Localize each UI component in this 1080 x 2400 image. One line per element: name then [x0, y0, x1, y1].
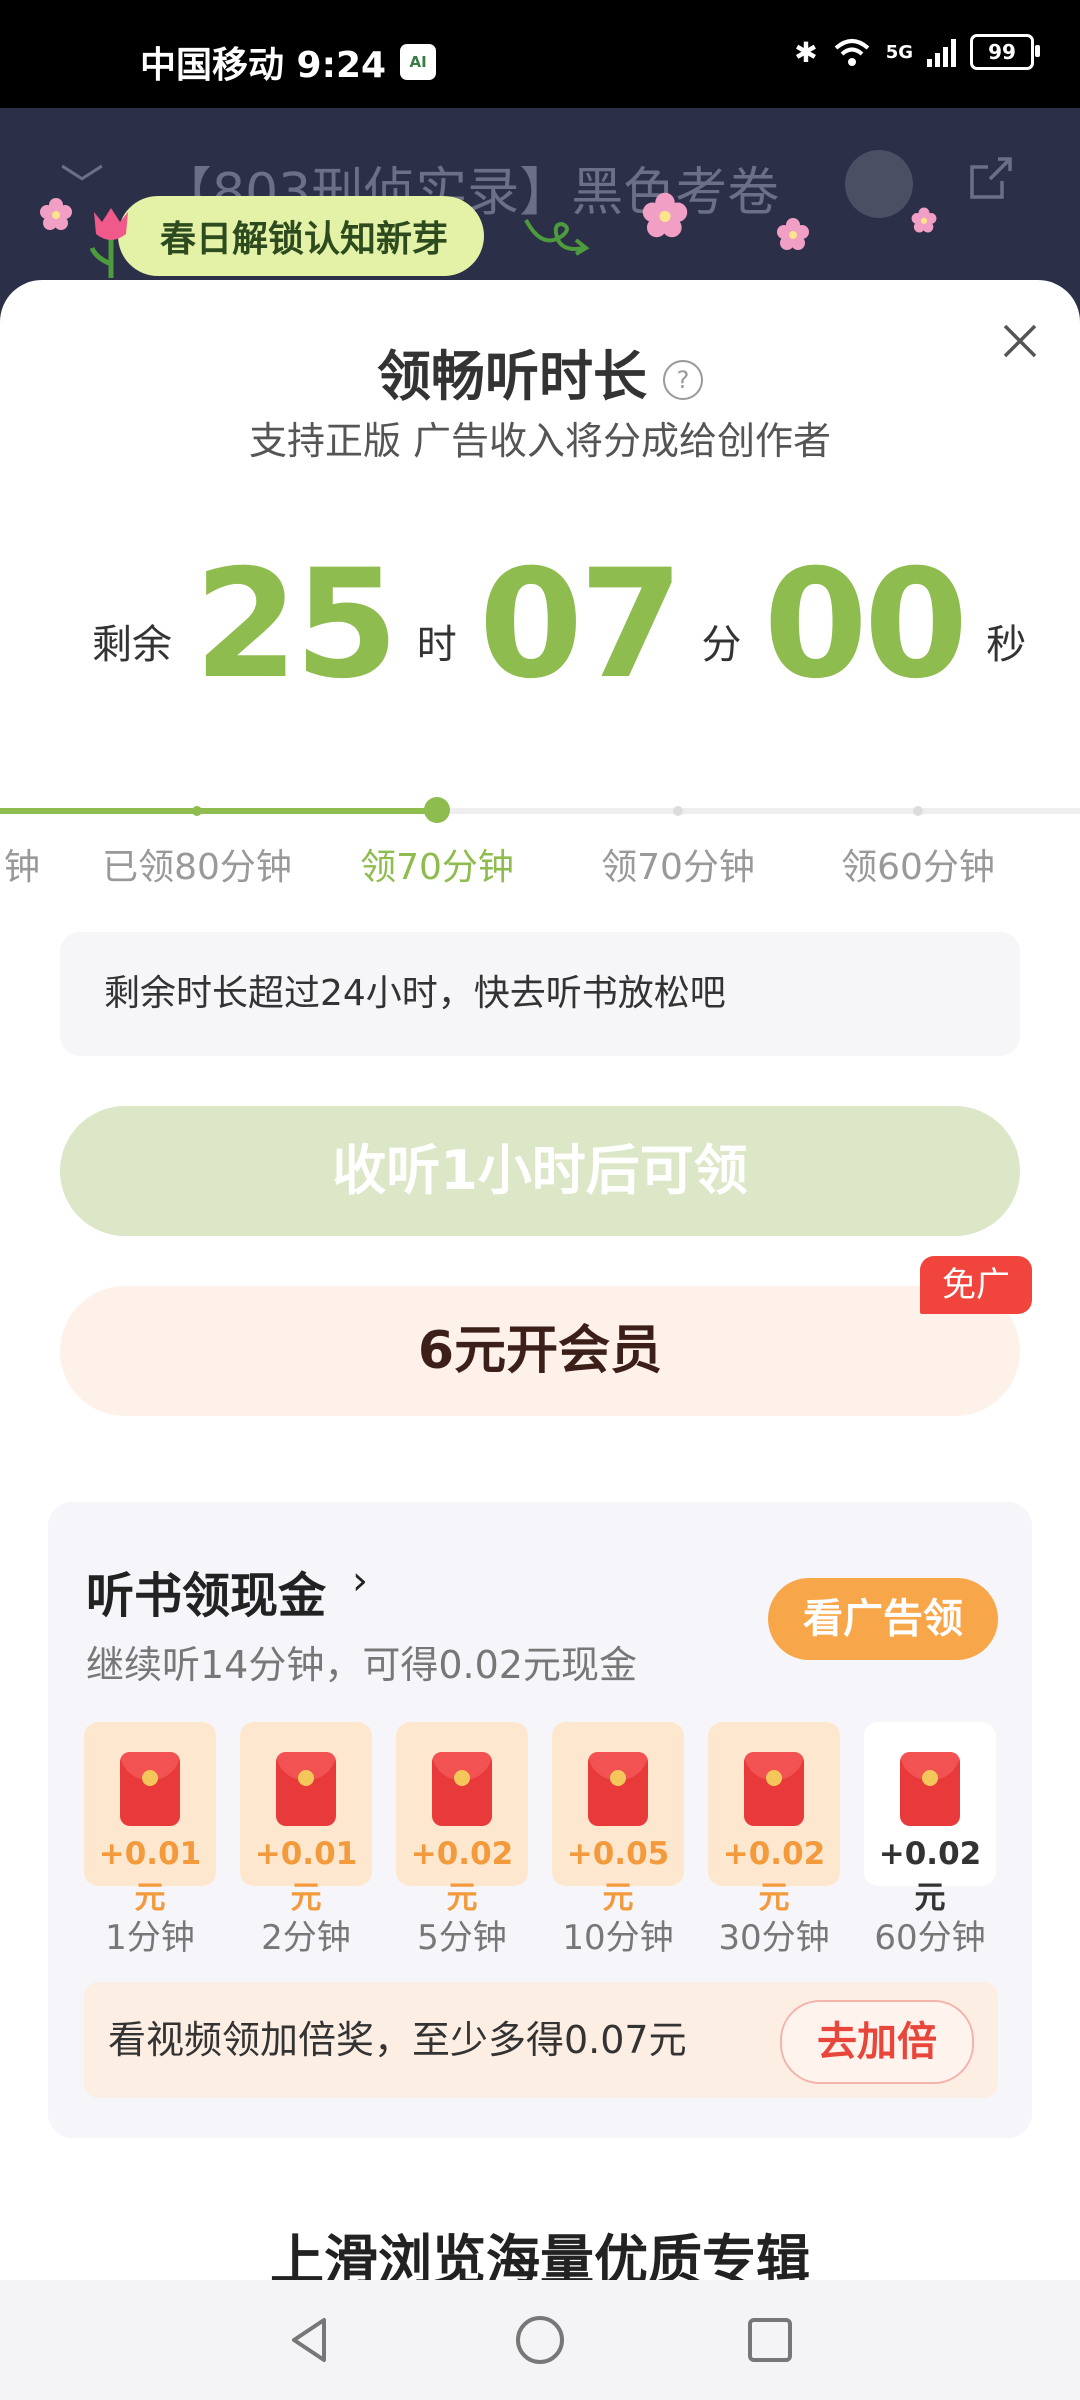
- step-label: 领70分钟: [601, 847, 755, 888]
- reward-time: 1分钟: [105, 1918, 195, 1958]
- timer-hours: 25: [194, 538, 399, 712]
- reward-item[interactable]: +0.02元: [864, 1722, 996, 1916]
- status-left: 中国移动 9:24 AI: [140, 36, 437, 88]
- watch-ad-button[interactable]: 看广告领: [768, 1578, 998, 1660]
- red-envelope-icon: [432, 1752, 492, 1826]
- avatar[interactable]: [845, 150, 913, 218]
- battery-icon: 99: [970, 34, 1040, 70]
- reward-item[interactable]: +0.01元: [84, 1722, 216, 1916]
- reward-time: 60分钟: [874, 1918, 986, 1958]
- bluetooth-icon: ✱: [794, 35, 818, 69]
- share-icon[interactable]: [968, 155, 1014, 201]
- cash-title[interactable]: 听书领现金: [86, 1556, 326, 1626]
- step-label: 钟: [3, 847, 41, 888]
- sheet-subtitle: 支持正版 广告收入将分成给创作者: [248, 419, 832, 463]
- timer-minutes: 07: [478, 538, 684, 712]
- red-envelope-icon: [120, 1752, 180, 1826]
- reward-time: 5分钟: [417, 1918, 507, 1958]
- cash-subtitle: 继续听14分钟，可得0.02元现金: [86, 1643, 637, 1687]
- timer-hours-unit: 时: [416, 622, 457, 668]
- signal-icon: [927, 37, 956, 67]
- notice-box: 剩余时长超过24小时，快去听书放松吧: [60, 932, 1020, 1056]
- step-dot: [192, 806, 202, 816]
- step-dot: [673, 806, 683, 816]
- vip-button[interactable]: 6元开会员: [60, 1286, 1020, 1416]
- step-label-current: 领70分钟: [360, 847, 514, 888]
- step-label: 已领80分钟: [102, 847, 292, 888]
- reward-amount: +0.01元: [98, 1836, 202, 1916]
- flower-icon: [642, 192, 688, 238]
- timer-seconds-unit: 秒: [986, 622, 1027, 668]
- reward-amount: +0.05元: [566, 1836, 670, 1916]
- listen-claim-button[interactable]: 收听1小时后可领: [60, 1106, 1020, 1236]
- red-envelope-icon: [276, 1752, 336, 1826]
- progress-fill: [0, 808, 438, 814]
- double-reward-button[interactable]: 去加倍: [780, 2000, 974, 2084]
- timer-prefix: 剩余: [92, 622, 172, 668]
- spring-banner[interactable]: 春日解锁认知新芽: [118, 196, 485, 276]
- flower-icon: [911, 207, 937, 233]
- reward-time: 2分钟: [261, 1918, 351, 1958]
- step-dot: [913, 806, 923, 816]
- flower-icon: [777, 218, 809, 250]
- wifi-icon: [834, 39, 870, 66]
- recents-icon[interactable]: [740, 2310, 800, 2370]
- reward-amount: +0.01元: [254, 1836, 358, 1916]
- reward-item[interactable]: +0.02元: [396, 1722, 528, 1916]
- red-envelope-icon: [744, 1752, 804, 1826]
- step-label: 领60分钟: [841, 847, 995, 888]
- tulip-icon: [89, 208, 128, 278]
- system-nav-bar: [0, 2280, 1080, 2400]
- help-icon[interactable]: ?: [663, 360, 703, 401]
- remaining-timer: 剩余 25 时 07 分 00 秒: [92, 538, 1027, 712]
- network-type: 5G: [885, 41, 913, 63]
- flower-icon: [40, 198, 72, 230]
- reward-time: 10分钟: [562, 1918, 674, 1958]
- double-reward-bar: 看视频领加倍奖，至少多得0.07元 去加倍: [84, 1982, 998, 2098]
- ad-free-badge: 免广: [920, 1256, 1032, 1314]
- reward-item[interactable]: +0.02元: [708, 1722, 840, 1916]
- back-icon[interactable]: [280, 2310, 340, 2370]
- red-envelope-icon: [588, 1752, 648, 1826]
- sheet-title-text: 领畅听时长: [377, 345, 647, 408]
- status-right: ✱ 5G 99: [794, 34, 1040, 70]
- swirl-arrow-icon: [524, 219, 590, 256]
- timer-minutes-unit: 分: [701, 622, 742, 668]
- reward-amount: +0.02元: [722, 1836, 826, 1916]
- status-bar: 中国移动 9:24 AI ✱ 5G 99: [0, 0, 1080, 108]
- home-icon[interactable]: [510, 2310, 570, 2370]
- double-reward-text: 看视频领加倍奖，至少多得0.07元: [108, 2018, 687, 2062]
- reward-amount: +0.02元: [878, 1836, 982, 1916]
- app-notification-icon: AI: [400, 44, 437, 80]
- reward-item[interactable]: +0.05元: [552, 1722, 684, 1916]
- reward-amount: +0.02元: [410, 1836, 514, 1916]
- banner-text: 春日解锁认知新芽: [160, 219, 449, 260]
- step-dot-current: [424, 797, 450, 823]
- reward-item[interactable]: +0.01元: [240, 1722, 372, 1916]
- red-envelope-icon: [900, 1752, 960, 1826]
- timer-seconds: 00: [763, 538, 969, 712]
- carrier-time: 中国移动 9:24: [140, 45, 387, 86]
- chevron-right-icon[interactable]: ›: [352, 1558, 368, 1604]
- sheet-title: 领畅听时长?: [0, 332, 1080, 411]
- reward-time: 30分钟: [718, 1918, 830, 1958]
